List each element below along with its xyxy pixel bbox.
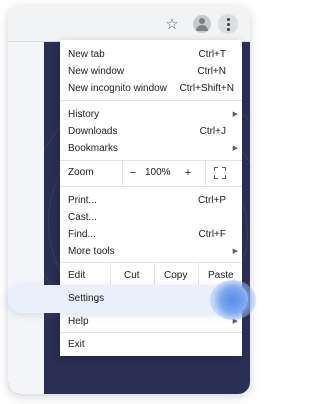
click-indicator bbox=[210, 280, 256, 320]
menu-item-find[interactable]: Find... Ctrl+F bbox=[60, 225, 242, 243]
shortcut-label: Ctrl+P bbox=[197, 194, 226, 206]
browser-toolbar: ☆ bbox=[8, 6, 250, 42]
menu-item-label: Downloads bbox=[68, 125, 118, 137]
page-left-margin bbox=[8, 42, 44, 394]
menu-item-bookmarks[interactable]: Bookmarks ▶ bbox=[60, 139, 242, 157]
menu-item-label: New window bbox=[68, 65, 125, 77]
menu-item-new-incognito[interactable]: New incognito window Ctrl+Shift+N bbox=[60, 79, 242, 97]
kebab-menu-icon[interactable] bbox=[218, 14, 238, 34]
submenu-arrow-icon: ▶ bbox=[232, 111, 238, 118]
submenu-arrow-icon: ▶ bbox=[232, 248, 238, 255]
menu-item-cast[interactable]: Cast... bbox=[60, 208, 242, 226]
menu-item-label: History bbox=[68, 108, 100, 120]
menu-item-more-tools[interactable]: More tools ▶ bbox=[60, 242, 242, 260]
menu-item-print[interactable]: Print... Ctrl+P bbox=[60, 191, 242, 209]
menu-item-label: Help bbox=[68, 315, 89, 327]
menu-item-exit[interactable]: Exit bbox=[60, 335, 242, 353]
edit-label: Edit bbox=[68, 270, 86, 281]
copy-button[interactable]: Copy bbox=[164, 270, 187, 281]
shortcut-label: Ctrl+Shift+N bbox=[179, 82, 234, 94]
shortcut-label: Ctrl+J bbox=[199, 125, 226, 137]
zoom-label: Zoom bbox=[68, 167, 94, 178]
menu-item-new-tab[interactable]: New tab Ctrl+T bbox=[60, 45, 242, 63]
menu-item-new-window[interactable]: New window Ctrl+N bbox=[60, 62, 242, 80]
shortcut-label: Ctrl+T bbox=[198, 48, 227, 60]
menu-separator bbox=[60, 186, 242, 187]
zoom-value: 100% bbox=[145, 167, 171, 178]
menu-item-label: More tools bbox=[68, 245, 115, 257]
menu-item-label: New tab bbox=[68, 48, 105, 60]
star-icon[interactable]: ☆ bbox=[163, 15, 181, 33]
fullscreen-icon[interactable] bbox=[214, 167, 226, 179]
menu-separator bbox=[60, 100, 242, 101]
menu-item-label: Find... bbox=[68, 228, 96, 240]
menu-item-label: Settings bbox=[68, 293, 105, 304]
menu-item-label: Print... bbox=[68, 194, 97, 206]
menu-item-downloads[interactable]: Downloads Ctrl+J bbox=[60, 122, 242, 140]
menu-item-label: Cast... bbox=[68, 211, 97, 223]
menu-item-label: Exit bbox=[68, 338, 85, 350]
menu-separator bbox=[60, 332, 242, 333]
menu-item-help[interactable]: Help ▶ bbox=[60, 312, 242, 330]
shortcut-label: Ctrl+F bbox=[198, 228, 227, 240]
zoom-out-button[interactable]: − bbox=[126, 166, 140, 180]
menu-item-zoom: Zoom − 100% + bbox=[60, 160, 242, 186]
zoom-in-button[interactable]: + bbox=[181, 166, 195, 180]
cut-button[interactable]: Cut bbox=[124, 270, 140, 281]
menu-item-history[interactable]: History ▶ bbox=[60, 105, 242, 123]
menu-item-label: New incognito window bbox=[68, 82, 167, 94]
profile-avatar-icon[interactable] bbox=[193, 15, 211, 33]
submenu-arrow-icon: ▶ bbox=[232, 145, 238, 152]
shortcut-label: Ctrl+N bbox=[197, 65, 226, 77]
menu-item-label: Bookmarks bbox=[68, 142, 119, 154]
